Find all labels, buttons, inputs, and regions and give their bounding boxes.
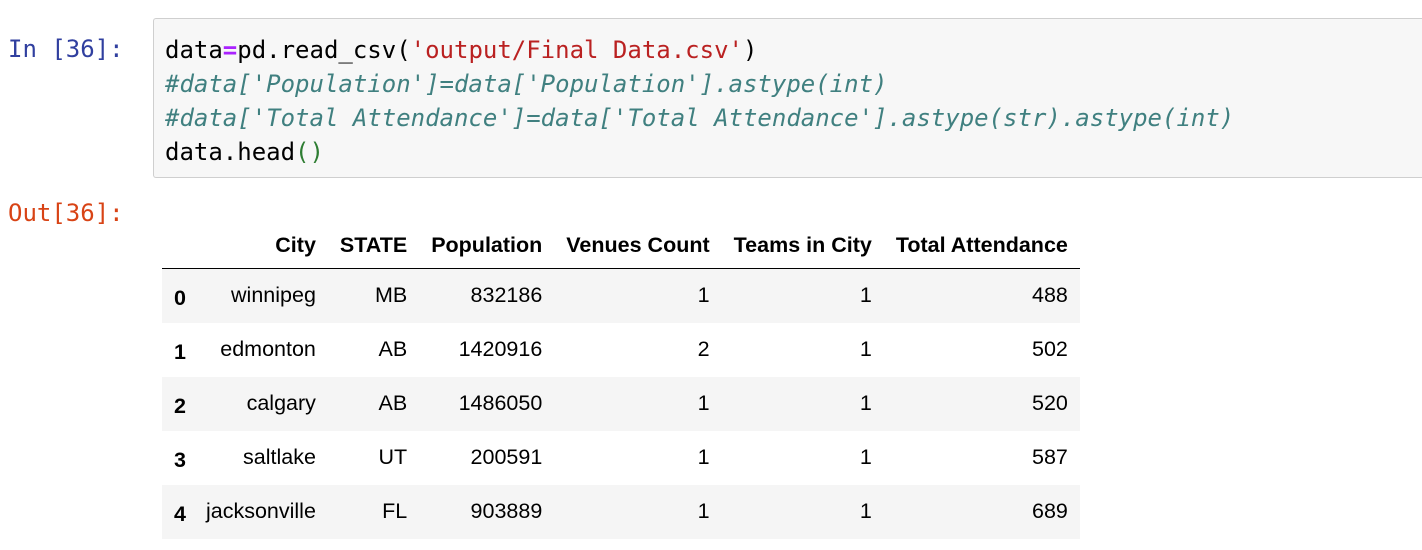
column-header-population: Population [419,222,555,269]
cell-venues-count: 1 [697,499,710,523]
cell-state: AB [378,391,408,415]
table-row: 3 saltlake UT 200591 1 1 587 [162,431,1080,485]
cell-output: City STATE Population Venues Count Teams… [162,222,1080,539]
column-header-state: STATE [327,222,420,269]
cell-venues-count: 2 [697,337,710,361]
table-row: 4 jacksonville FL 903889 1 1 689 [162,484,1080,539]
row-index: 2 [174,393,186,418]
dataframe-table: City STATE Population Venues Count Teams… [162,222,1080,539]
table-header-row: City STATE Population Venues Count Teams… [162,222,1080,269]
cell-teams-in-city: 1 [859,283,872,308]
column-header-city: City [193,222,328,269]
code-token: data [165,36,223,64]
code-editor[interactable]: data=pd.read_csv('output/Final Data.csv'… [165,33,1234,169]
code-line-1: data=pd.read_csv('output/Final Data.csv'… [165,36,757,64]
input-prompt: In [36]: [8,35,124,63]
cell-teams-in-city: 1 [859,391,872,415]
table-row: 2 calgary AB 1486050 1 1 520 [162,376,1080,431]
cell-total-attendance: 502 [1031,337,1068,361]
code-string: 'output/Final Data.csv' [410,36,743,64]
cell-total-attendance: 587 [1031,445,1068,469]
code-token: pd.read_csv( [237,36,411,64]
code-paren: () [295,138,324,166]
cell-population: 903889 [470,499,543,523]
column-header-teams-in-city: Teams in City [721,222,884,269]
code-token: ) [742,36,758,64]
cell-venues-count: 1 [697,391,710,415]
cell-teams-in-city: 1 [859,499,872,523]
cell-city: winnipeg [231,283,316,308]
cell-teams-in-city: 1 [859,445,872,469]
column-header-total-attendance: Total Attendance [883,222,1080,269]
code-line-3: #data['Total Attendance']=data['Total At… [165,104,1235,132]
output-prompt: Out[36]: [8,199,124,227]
code-line-4: data.head() [165,138,324,166]
cell-venues-count: 1 [697,445,710,469]
cell-state: MB [374,283,408,308]
table-row: 0 winnipeg MB 832186 1 1 488 [162,268,1080,323]
cell-city: edmonton [220,337,316,361]
cell-venues-count: 1 [697,283,710,308]
table-row: 1 edmonton AB 1420916 2 1 502 [162,323,1080,377]
cell-state: AB [378,337,408,361]
cell-population: 1420916 [458,337,543,361]
cell-total-attendance: 689 [1031,499,1068,523]
cell-state: FL [382,499,408,523]
cell-city: jacksonville [205,499,316,523]
row-index: 0 [174,285,186,310]
index-header [162,222,194,269]
row-index: 1 [174,339,186,364]
cell-population: 1486050 [458,391,543,415]
cell-population: 832186 [470,283,543,308]
code-operator: = [222,36,238,64]
cell-state: UT [378,445,408,469]
cell-city: calgary [246,391,316,415]
cell-city: saltlake [243,445,316,469]
notebook: In [36]: data=pd.read_csv('output/Final … [0,0,1422,550]
code-token: data.head [165,138,296,166]
cell-teams-in-city: 1 [859,337,872,361]
cell-population: 200591 [470,445,543,469]
row-index: 3 [174,447,186,472]
code-line-2: #data['Population']=data['Population'].a… [165,70,888,98]
column-header-venues-count: Venues Count [554,222,722,269]
cell-total-attendance: 520 [1031,391,1068,415]
row-index: 4 [174,501,186,526]
cell-total-attendance: 488 [1031,283,1068,308]
code-cell-input[interactable]: data=pd.read_csv('output/Final Data.csv'… [153,18,1422,178]
